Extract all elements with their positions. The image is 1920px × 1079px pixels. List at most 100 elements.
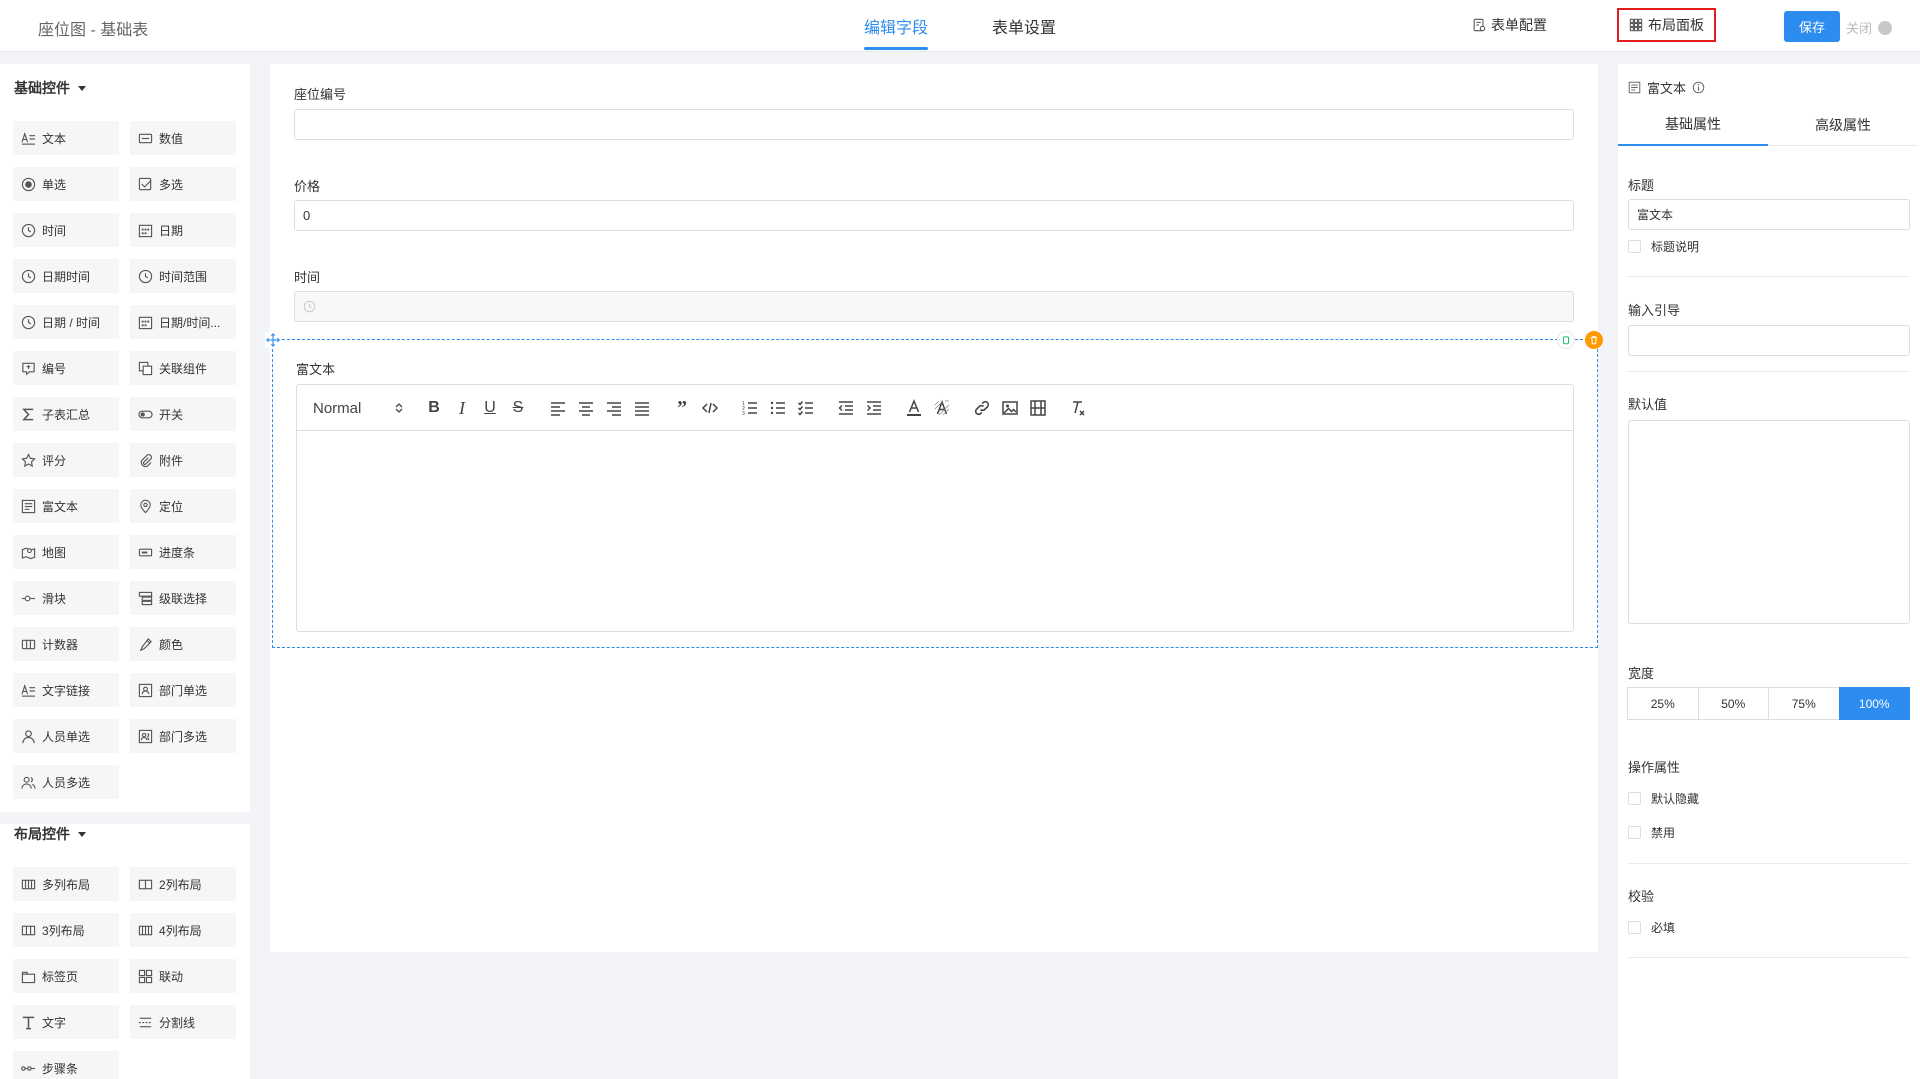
component-item[interactable]: 进度条 [130,535,236,569]
component-item[interactable]: 评分 [13,443,119,477]
width-option-25[interactable]: 25% [1627,687,1699,720]
component-item[interactable]: 颜色 [130,627,236,661]
component-item[interactable]: 日期时间 [13,259,119,293]
component-item[interactable]: 4列布局 [130,913,236,947]
align-left-icon[interactable] [546,396,570,420]
blockquote-icon[interactable]: ” [670,396,694,420]
component-item[interactable]: 时间 [13,213,119,247]
close-button[interactable]: 关闭 [1846,18,1893,37]
tab-form-settings[interactable]: 表单设置 [992,14,1056,50]
component-item[interactable]: 富文本 [13,489,119,523]
component-item[interactable]: 数值 [130,121,236,155]
component-item[interactable]: 人员单选 [13,719,119,753]
component-item[interactable]: 日期 [130,213,236,247]
bullet-list-icon[interactable] [766,396,790,420]
form-config-button[interactable]: 表单配置 [1472,8,1547,42]
component-item-label: 2列布局 [159,877,202,892]
basic-controls-header[interactable]: 基础控件 [14,78,86,98]
indent-icon[interactable] [862,396,886,420]
component-item[interactable]: 时间范围 [130,259,236,293]
align-justify-icon[interactable] [630,396,654,420]
bold-icon[interactable]: B [422,396,446,420]
component-item[interactable]: 文字 [13,1005,119,1039]
width-option-50[interactable]: 50% [1697,687,1769,720]
component-item[interactable]: 级联选择 [130,581,236,615]
department-icon [138,683,153,698]
strikethrough-icon[interactable]: S [506,396,530,420]
component-item[interactable]: 地图 [13,535,119,569]
component-item[interactable]: 分割线 [130,1005,236,1039]
component-item[interactable]: 编号 [13,351,119,385]
component-item[interactable]: 3列布局 [13,913,119,947]
font-color-icon[interactable] [902,396,926,420]
code-icon[interactable] [698,396,722,420]
component-item[interactable]: 文字链接 [13,673,119,707]
component-item[interactable]: 部门多选 [130,719,236,753]
align-center-icon[interactable] [574,396,598,420]
tab-basic-properties[interactable]: 基础属性 [1618,104,1768,146]
component-item[interactable]: 部门单选 [130,673,236,707]
selected-richtext-field[interactable]: 富文本 Normal B I U S ” 123 [265,331,1603,648]
component-item[interactable]: 文本 [13,121,119,155]
save-button[interactable]: 保存 [1784,11,1840,42]
component-item-label: 日期 [159,223,184,238]
tab-edit-fields[interactable]: 编辑字段 [864,14,929,50]
star-icon [21,452,36,468]
ordered-list-icon[interactable]: 123 [738,396,762,420]
component-item[interactable]: 滑块 [13,581,119,615]
checklist-icon[interactable] [794,396,818,420]
image-icon[interactable] [998,396,1022,420]
layout-panel-button[interactable]: 布局面板 [1617,8,1716,42]
input-guide-field[interactable] [1628,325,1910,356]
price-input[interactable]: 0 [294,200,1574,231]
outdent-icon[interactable] [834,396,858,420]
disabled-checkbox[interactable]: 禁用 [1628,824,1675,841]
disabled-label: 禁用 [1651,826,1676,840]
component-item[interactable]: 子表汇总 [13,397,119,431]
delete-field-icon[interactable] [1585,331,1603,349]
component-item[interactable]: 人员多选 [13,765,119,799]
component-item[interactable]: 日期/时间... [130,305,236,339]
title-input[interactable]: 富文本 [1628,199,1910,230]
video-icon[interactable] [1026,396,1050,420]
title-description-checkbox[interactable]: 标题说明 [1628,238,1699,255]
component-item[interactable]: 计数器 [13,627,119,661]
background-color-icon[interactable] [930,396,954,420]
component-item[interactable]: 2列布局 [130,867,236,901]
radio-icon [21,177,36,192]
underline-icon[interactable]: U [478,396,502,420]
tab-advanced-properties[interactable]: 高级属性 [1768,104,1918,146]
time-picker-input[interactable] [294,291,1574,322]
required-checkbox[interactable]: 必填 [1628,919,1675,936]
layout-controls-header[interactable]: 布局控件 [14,824,86,844]
component-item-label: 日期/时间... [159,315,221,330]
align-right-icon[interactable] [602,396,626,420]
link-icon[interactable] [970,396,994,420]
component-item[interactable]: 日期 / 时间 [13,305,119,339]
info-icon[interactable] [1692,81,1705,94]
separator [1628,371,1910,372]
component-item[interactable]: 附件 [130,443,236,477]
component-item[interactable]: 多选 [130,167,236,201]
component-item[interactable]: 标签页 [13,959,119,993]
richtext-editor[interactable]: Normal B I U S ” 123 [296,384,1574,632]
component-item[interactable]: 多列布局 [13,867,119,901]
component-item[interactable]: 开关 [130,397,236,431]
default-value-textarea[interactable] [1628,420,1910,624]
component-item[interactable]: 定位 [130,489,236,523]
width-option-75[interactable]: 75% [1768,687,1840,720]
map-icon [21,545,36,560]
clear-format-icon[interactable] [1066,396,1090,420]
width-option-100[interactable]: 100% [1838,687,1910,720]
component-item[interactable]: 单选 [13,167,119,201]
header-format-select[interactable]: Normal [313,397,403,419]
copy-field-icon[interactable] [1557,331,1575,349]
italic-icon[interactable]: I [450,396,474,420]
move-handle-icon[interactable] [265,332,281,348]
component-item-label: 定位 [159,499,184,514]
seat-number-input[interactable] [294,109,1574,140]
default-hidden-checkbox[interactable]: 默认隐藏 [1628,790,1699,807]
component-item[interactable]: 关联组件 [130,351,236,385]
component-item[interactable]: 联动 [130,959,236,993]
component-item[interactable]: 步骤条 [13,1051,119,1079]
